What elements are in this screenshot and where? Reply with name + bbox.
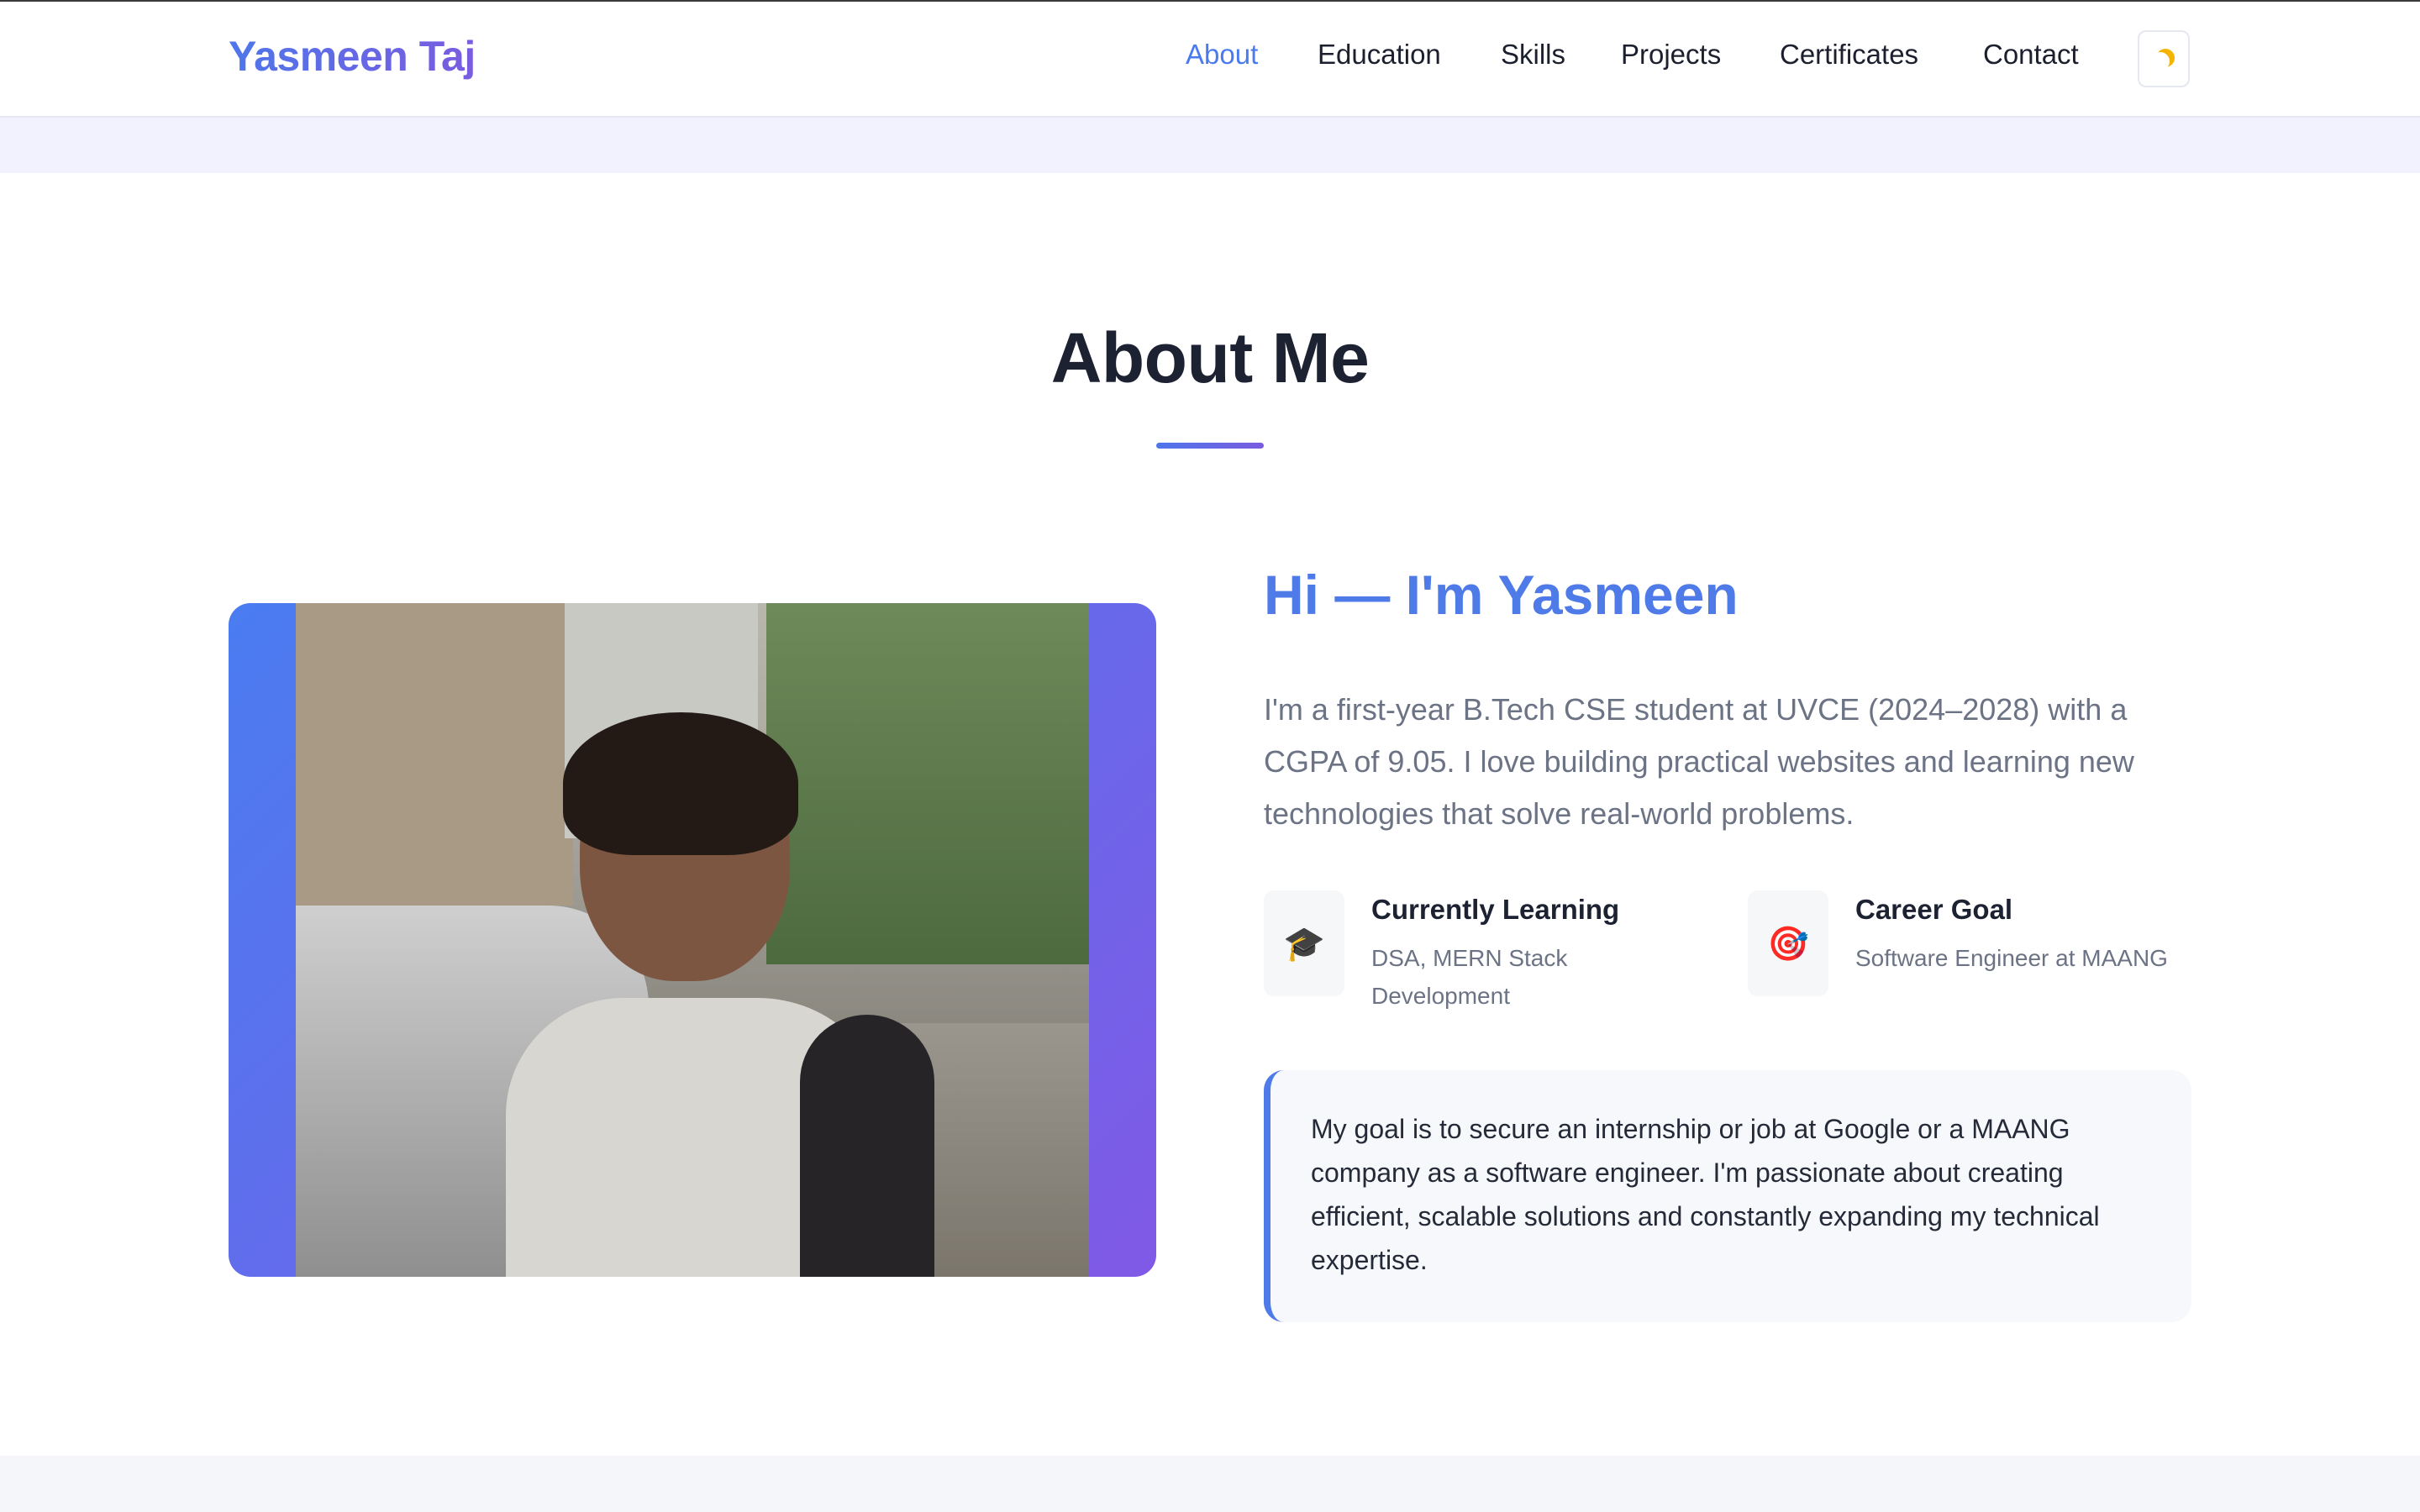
info-card-goal: 🎯 Career Goal Software Engineer at MAANG <box>1748 890 2202 1000</box>
profile-photo <box>296 603 1089 1277</box>
info-card-title: Career Goal <box>1855 894 2013 925</box>
nav-link-about[interactable]: About <box>1186 39 1258 71</box>
nav-menu: About Education Skills Projects Certific… <box>0 39 2420 81</box>
info-card-text: Software Engineer at MAANG <box>1855 945 2168 971</box>
info-card-title: Currently Learning <box>1371 894 1620 925</box>
greeting-heading: Hi — I'm Yasmeen <box>1264 564 1739 626</box>
nav-link-projects[interactable]: Projects <box>1621 39 1721 71</box>
info-card-learning: 🎓 Currently Learning DSA, MERN Stack Dev… <box>1264 890 1709 1009</box>
nav-link-education[interactable]: Education <box>1318 39 1441 71</box>
info-card-text: DSA, MERN Stack Development <box>1371 945 1568 1009</box>
target-icon: 🎯 <box>1748 890 1828 996</box>
nav-link-skills[interactable]: Skills <box>1501 39 1565 71</box>
next-section-band <box>0 1456 2420 1512</box>
title-underline <box>1156 443 1264 449</box>
profile-photo-frame <box>229 603 1156 1277</box>
nav-link-certificates[interactable]: Certificates <box>1780 39 1918 71</box>
goal-quote-box: My goal is to secure an internship or jo… <box>1264 1070 2191 1322</box>
navbar: Yasmeen Taj About Education Skills Proje… <box>0 2 2420 118</box>
nav-link-contact[interactable]: Contact <box>1983 39 2079 71</box>
hero-band <box>0 118 2420 173</box>
goal-text: My goal is to secure an internship or jo… <box>1311 1114 2100 1275</box>
section-title: About Me <box>1050 318 1370 397</box>
moon-icon <box>2151 52 2170 71</box>
graduation-cap-icon: 🎓 <box>1264 890 1344 996</box>
intro-paragraph: I'm a first-year B.Tech CSE student at U… <box>1264 692 2134 831</box>
theme-toggle-button[interactable] <box>2138 30 2190 87</box>
